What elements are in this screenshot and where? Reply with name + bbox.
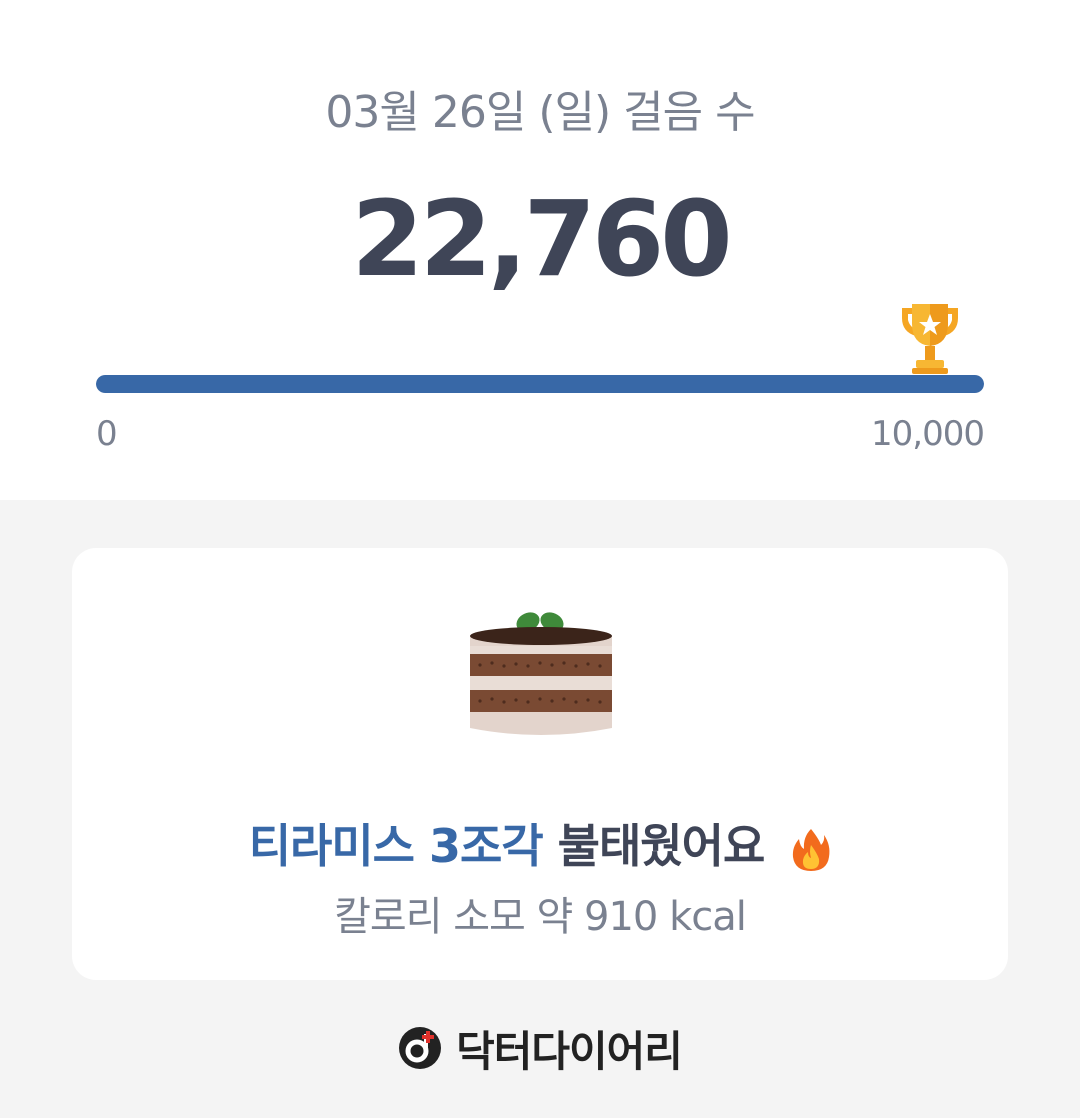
step-count: 22,760 (351, 178, 732, 300)
tiramisu-cake-icon (470, 612, 612, 735)
trophy-icon (902, 304, 958, 374)
dr-diary-logo-icon (399, 1027, 442, 1069)
fire-icon (793, 828, 830, 871)
burned-text: 불태웠어요 (557, 819, 766, 873)
progress-max-label: 10,000 (871, 414, 985, 454)
step-progress-fill (96, 375, 984, 393)
brand-footer: 닥터다이어리 (0, 1020, 1080, 1076)
calorie-text: 칼로리 소모 약 910 kcal (334, 894, 747, 940)
progress-min-label: 0 (96, 414, 118, 454)
food-highlight: 티라미스 3조각 (248, 819, 544, 873)
brand-name: 닥터다이어리 (456, 1026, 683, 1076)
step-progress-bar (96, 375, 984, 393)
calorie-card: 티라미스 3조각 불태웠어요 칼로리 소모 약 910 kcal (72, 548, 1008, 980)
date-title: 03월 26일 (일) 걸음 수 (325, 87, 755, 138)
step-summary-panel: 03월 26일 (일) 걸음 수 22,760 0 10,000 (0, 0, 1080, 500)
burned-food-headline: 티라미스 3조각 불태웠어요 (72, 810, 1008, 876)
